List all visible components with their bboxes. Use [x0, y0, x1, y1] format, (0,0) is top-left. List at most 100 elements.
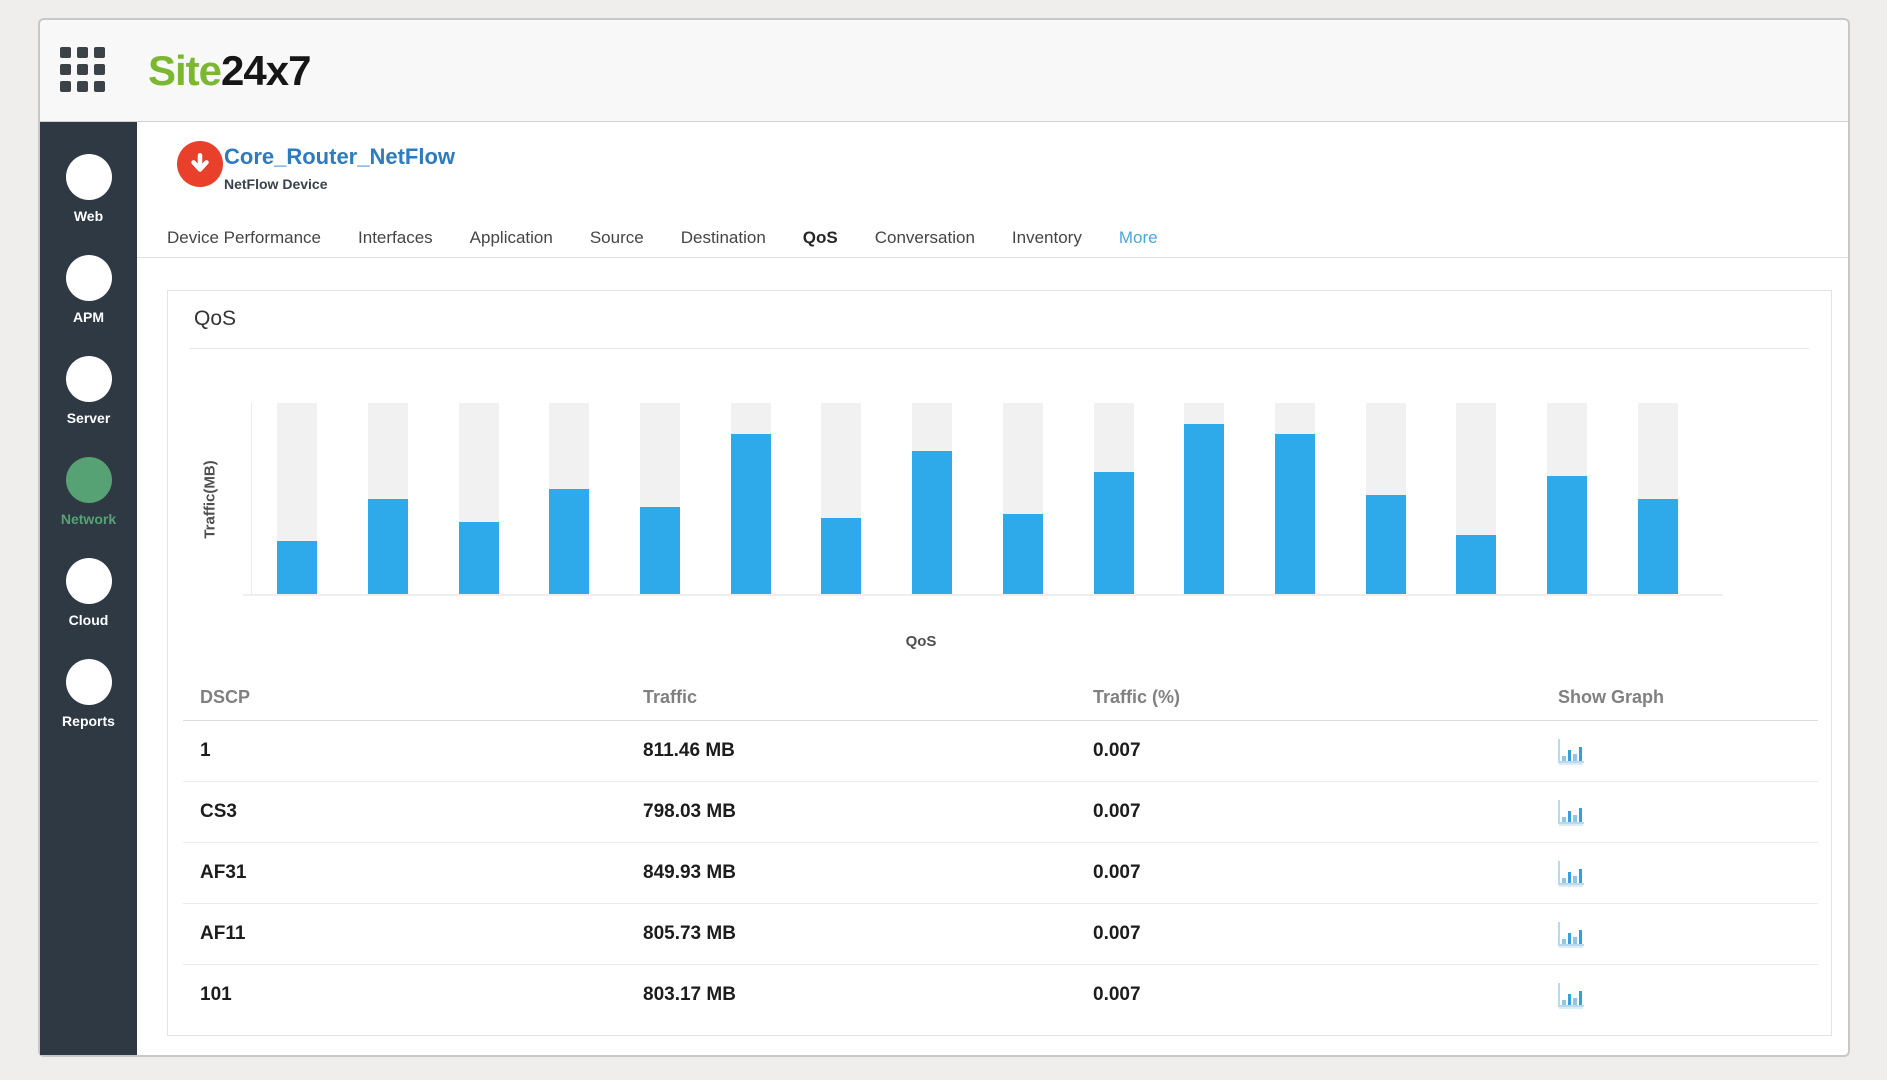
icon-bar: [1568, 933, 1572, 944]
bar-slot: [1522, 403, 1613, 595]
header-divider: [137, 257, 1848, 258]
tab-application[interactable]: Application: [470, 228, 553, 248]
icon-bar: [1579, 808, 1583, 822]
bar: [1094, 472, 1134, 595]
bar-track: [821, 403, 861, 595]
sidebar-item-reports[interactable]: Reports: [40, 659, 137, 760]
sidebar-item-label: Cloud: [69, 612, 109, 628]
bar: [1638, 499, 1678, 595]
top-bar: Site24x7: [40, 20, 1848, 122]
icon-bar: [1573, 937, 1577, 944]
device-down-arrow-icon: [177, 141, 223, 187]
bar-slot: [705, 403, 796, 595]
bar-slot: [887, 403, 978, 595]
table-row: AF11805.73 MB0.007: [183, 903, 1818, 964]
icon-bar: [1568, 750, 1572, 761]
x-tick-slot: [796, 603, 887, 621]
cell-traffic: 798.03 MB: [643, 781, 1093, 842]
x-tick-slot: [1249, 603, 1340, 621]
sidebar-item-label: Server: [67, 410, 111, 426]
qos-panel: QoS Traffic(MB) QoS DSCPTrafficTraffic (…: [167, 290, 1832, 1036]
cell-dscp: 101: [183, 964, 643, 1025]
apm-icon: [66, 255, 112, 301]
site24x7-logo[interactable]: Site24x7: [148, 47, 310, 95]
bar: [1275, 434, 1315, 595]
sidebar-item-server[interactable]: Server: [40, 356, 137, 457]
bar: [459, 522, 499, 595]
sidebar-item-label: Network: [61, 511, 116, 527]
sidebar-item-cloud[interactable]: Cloud: [40, 558, 137, 659]
bar-slot: [433, 403, 524, 595]
sidebar-item-web[interactable]: Web: [40, 154, 137, 255]
table-row: 1811.46 MB0.007: [183, 720, 1818, 781]
bar: [549, 489, 589, 595]
bar-slot: [1068, 403, 1159, 595]
bar-slot: [252, 403, 343, 595]
bar-chart-icon[interactable]: [1558, 983, 1584, 1007]
icon-bar: [1562, 878, 1566, 883]
table-row: CS3798.03 MB0.007: [183, 781, 1818, 842]
x-axis-label: QoS: [251, 633, 1591, 650]
x-tick-slot: [614, 603, 705, 621]
x-tick-slot: [1068, 603, 1159, 621]
icon-bar: [1579, 869, 1583, 883]
sidebar-item-network[interactable]: Network: [40, 457, 137, 558]
bar-chart-icon[interactable]: [1558, 922, 1584, 946]
app-window: Site24x7 Web APM Server Network Cloud Reports…: [38, 18, 1850, 1057]
tab-destination[interactable]: Destination: [681, 228, 766, 248]
icon-bar: [1562, 756, 1566, 761]
qos-table: DSCPTrafficTraffic (%)Show Graph 1811.46…: [183, 676, 1818, 1025]
panel-divider: [190, 348, 1809, 349]
bar-slot: [1612, 403, 1703, 595]
bar: [1184, 424, 1224, 595]
x-tick-slot: [342, 603, 433, 621]
bar-track: [1547, 403, 1587, 595]
bar-track: [1003, 403, 1043, 595]
bar-chart-icon[interactable]: [1558, 739, 1584, 763]
cell-traffic: 803.17 MB: [643, 964, 1093, 1025]
tab-more[interactable]: More: [1119, 228, 1158, 248]
cell-show-graph: [1558, 720, 1818, 781]
bar: [1366, 495, 1406, 595]
icon-bar: [1573, 754, 1577, 761]
reports-icon: [66, 659, 112, 705]
bar-chart-icon[interactable]: [1558, 800, 1584, 824]
cell-traffic-pct: 0.007: [1093, 720, 1558, 781]
bar: [1003, 514, 1043, 595]
sidebar-item-label: APM: [73, 309, 104, 325]
app-launcher-icon[interactable]: [60, 47, 108, 95]
device-name-link[interactable]: Core_Router_NetFlow: [224, 144, 455, 170]
bar-track: [912, 403, 952, 595]
bar-track: [459, 403, 499, 595]
server-icon: [66, 356, 112, 402]
cloud-icon: [66, 558, 112, 604]
bar-slot: [1250, 403, 1341, 595]
tab-bar: Device Performance Interfaces Application S…: [167, 218, 1158, 258]
cell-traffic: 805.73 MB: [643, 903, 1093, 964]
x-tick-slot: [1431, 603, 1522, 621]
x-tick-slot: [523, 603, 614, 621]
bar-slot: [978, 403, 1069, 595]
down-arrow-glyph: [187, 151, 213, 177]
tab-interfaces[interactable]: Interfaces: [358, 228, 433, 248]
tab-source[interactable]: Source: [590, 228, 644, 248]
x-tick-slot: [1340, 603, 1431, 621]
main-content: Core_Router_NetFlow NetFlow Device Devic…: [137, 122, 1848, 1055]
y-axis-label: Traffic(MB): [198, 403, 222, 595]
bar: [821, 518, 861, 595]
bar: [640, 507, 680, 595]
icon-bar: [1579, 747, 1583, 761]
x-tick-slot: [251, 603, 342, 621]
icon-bar: [1573, 815, 1577, 822]
tab-conversation[interactable]: Conversation: [875, 228, 975, 248]
sidebar-item-apm[interactable]: APM: [40, 255, 137, 356]
tab-qos[interactable]: QoS: [803, 228, 838, 248]
bar-chart-icon[interactable]: [1558, 861, 1584, 885]
tab-device-performance[interactable]: Device Performance: [167, 228, 321, 248]
table-header-row: DSCPTrafficTraffic (%)Show Graph: [183, 676, 1818, 720]
web-icon: [66, 154, 112, 200]
table-row: 101803.17 MB0.007: [183, 964, 1818, 1025]
tab-inventory[interactable]: Inventory: [1012, 228, 1082, 248]
sidebar: Web APM Server Network Cloud Reports: [40, 122, 137, 1055]
bar-slot: [615, 403, 706, 595]
